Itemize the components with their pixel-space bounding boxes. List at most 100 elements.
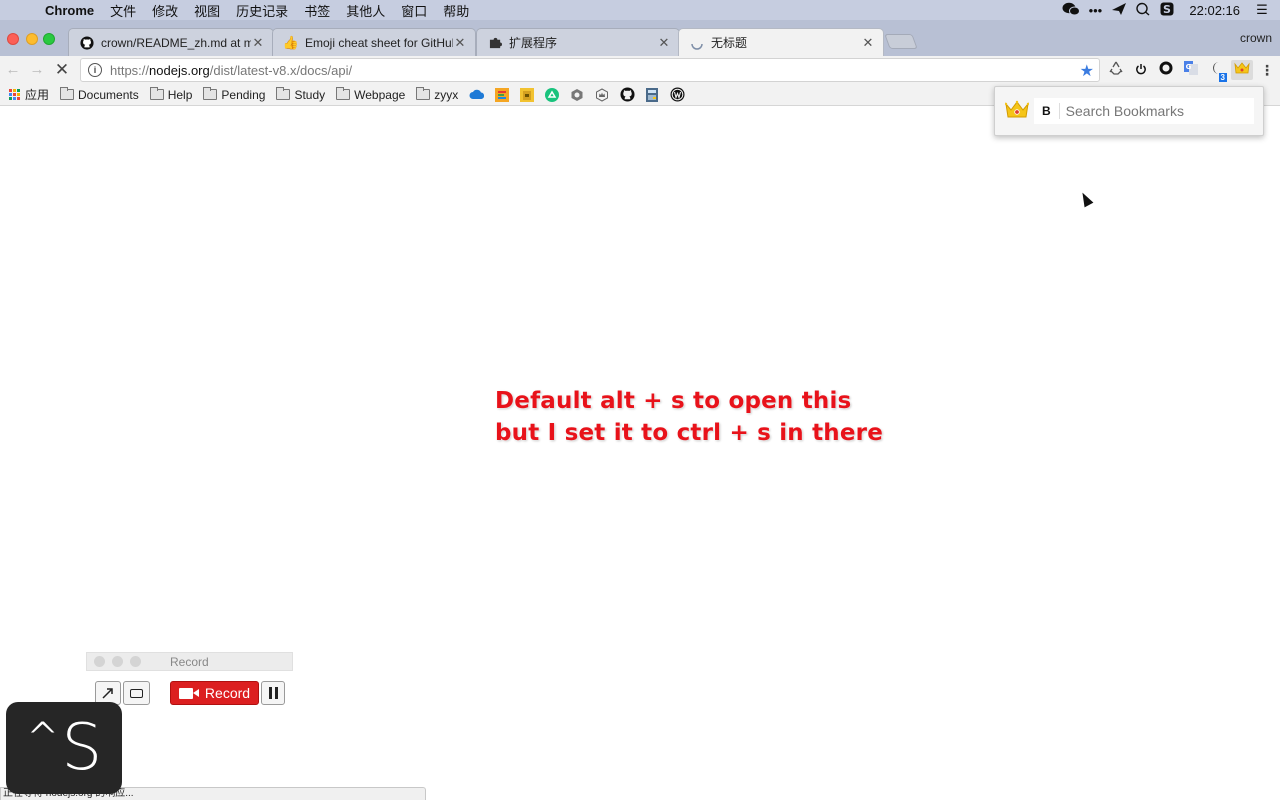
thumbs-up-icon: 👍 (282, 34, 300, 50)
bookmark-folder-pending[interactable]: Pending (203, 87, 266, 102)
wp-icon[interactable] (669, 87, 685, 103)
record-window-zoom-button[interactable] (130, 656, 141, 667)
url-path: /dist/latest-v8.x/docs/api/ (209, 62, 353, 78)
power-icon[interactable] (1130, 60, 1152, 80)
arrow-icon (102, 688, 113, 699)
search-icon[interactable] (1131, 2, 1155, 19)
search-mode-prefix: B (1042, 103, 1060, 119)
rectangle-icon (130, 688, 143, 698)
menu-help[interactable]: 帮助 (443, 1, 469, 20)
tab-close-icon[interactable]: ✕ (251, 35, 265, 51)
ctrl-modifier-glyph: ^ (25, 715, 60, 761)
tab-github-readme[interactable]: crown/README_zh.md at mast ✕ (68, 28, 274, 56)
new-tab-button[interactable] (884, 34, 918, 49)
sogou-icon[interactable]: S (1155, 2, 1179, 19)
e-book-icon[interactable] (494, 87, 510, 103)
rectangle-tool-button[interactable] (123, 681, 150, 705)
site-info-icon[interactable]: i (88, 63, 102, 77)
record-window-minimize-button[interactable] (112, 656, 123, 667)
recycle-icon[interactable] (1105, 60, 1127, 80)
record-window-titlebar[interactable]: Record (86, 652, 293, 671)
forward-button[interactable]: → (26, 60, 48, 80)
wechat-icon[interactable] (1059, 2, 1083, 19)
bookmark-star-icon[interactable]: ★ (1080, 61, 1094, 81)
window-close-button[interactable] (7, 33, 19, 45)
browser-toolbar: ← → ✕ i https://nodejs.org/dist/latest-v… (0, 56, 1280, 84)
address-bar[interactable]: i https://nodejs.org/dist/latest-v8.x/do… (80, 58, 1100, 82)
window-zoom-button[interactable] (43, 33, 55, 45)
moon-icon[interactable]: 3 (1206, 60, 1228, 82)
bookmark-label: Study (294, 87, 326, 102)
ring-icon[interactable] (1155, 60, 1177, 80)
tab-emoji-cheat-sheet[interactable]: 👍 Emoji cheat sheet for GitHub, B ✕ (272, 28, 476, 56)
crown-extension-icon[interactable] (1231, 60, 1253, 80)
pause-button[interactable] (261, 681, 285, 705)
bookmark-label: Help (167, 87, 193, 102)
bookmark-label: 应用 (25, 88, 50, 102)
note-icon[interactable] (519, 87, 535, 103)
folder-icon (276, 87, 291, 100)
menu-view[interactable]: 视图 (194, 1, 220, 20)
bookmark-label: zyyx (434, 87, 459, 102)
bookmark-label: Documents (78, 87, 139, 102)
tab-close-icon[interactable]: ✕ (657, 35, 671, 51)
menu-file[interactable]: 文件 (110, 1, 136, 20)
mouse-cursor-icon (1078, 190, 1094, 208)
url-scheme: https:// (110, 62, 150, 78)
tab-strip: crown/README_zh.md at mast ✕ 👍 Emoji che… (0, 20, 1280, 56)
menu-edit[interactable]: 修改 (152, 1, 178, 20)
tab-untitled[interactable]: 无标题 ✕ (678, 28, 884, 56)
record-button-label: Record (204, 685, 251, 701)
bookmark-search-field[interactable]: B (1034, 98, 1254, 124)
bookmark-folder-documents[interactable]: Documents (60, 87, 139, 102)
annotation-line-2: but I set it to ctrl + s in there (495, 420, 883, 446)
window-minimize-button[interactable] (26, 33, 38, 45)
tab-title: 无标题 (711, 36, 748, 50)
record-window-close-button[interactable] (94, 656, 105, 667)
crown-logo-icon (1004, 100, 1030, 126)
bookmark-label: Webpage (354, 87, 406, 102)
bookmark-apps[interactable]: 应用 (25, 86, 49, 103)
notification-list-icon[interactable]: ☰ (1250, 2, 1274, 18)
loading-spinner-icon (689, 35, 705, 51)
pause-icon (268, 687, 278, 699)
send-icon[interactable] (1107, 2, 1131, 19)
bookmark-folder-webpage[interactable]: Webpage (336, 87, 406, 102)
menubar-clock[interactable]: 22:02:16 (1189, 3, 1240, 18)
more-icon[interactable]: ••• (1083, 3, 1107, 18)
record-button[interactable]: Record (170, 681, 259, 705)
app-window-icon[interactable] (644, 87, 660, 103)
tab-close-icon[interactable]: ✕ (453, 35, 467, 51)
tab-close-icon[interactable]: ✕ (861, 35, 875, 51)
menu-bookmarks[interactable]: 书签 (304, 1, 330, 20)
url-host: nodejs.org (149, 62, 210, 78)
bookmark-search-input[interactable] (1065, 103, 1246, 119)
svg-text:G: G (1186, 63, 1192, 71)
github-icon[interactable] (619, 87, 635, 103)
tab-title: Emoji cheat sheet for GitHub, B (305, 35, 453, 50)
macos-menubar: Chrome 文件 修改 视图 历史记录 书签 其他人 窗口 帮助 ••• S … (0, 0, 1280, 20)
chrome-menu-icon[interactable]: ⋮ (1256, 60, 1278, 80)
bookmark-label: Pending (221, 87, 266, 102)
tab-extensions[interactable]: 扩展程序 ✕ (476, 28, 680, 56)
menu-people[interactable]: 其他人 (346, 1, 385, 20)
gear-hex-icon[interactable] (569, 87, 585, 103)
menu-history[interactable]: 历史记录 (236, 1, 288, 20)
bookmark-folder-zyyx[interactable]: zyyx (416, 87, 459, 102)
google-translate-icon[interactable]: G (1180, 60, 1202, 80)
back-button[interactable]: ← (2, 60, 24, 80)
menubar-tray: ••• S 22:02:16 ☰ (1059, 0, 1280, 20)
bookmark-folder-help[interactable]: Help (149, 87, 193, 102)
stop-loading-button[interactable]: ✕ (51, 60, 73, 80)
keystroke-overlay: ^ S (6, 702, 122, 794)
profile-name[interactable]: crown (1240, 31, 1272, 45)
record-window: Record Record (86, 652, 293, 708)
crown-badge-icon[interactable] (594, 87, 610, 103)
menu-app-name[interactable]: Chrome (45, 3, 94, 18)
annotation-text: Default alt + s to open this but I set i… (495, 385, 883, 449)
green-circle-icon[interactable] (544, 87, 560, 103)
cloud-icon[interactable] (469, 87, 485, 103)
menu-window[interactable]: 窗口 (401, 1, 427, 20)
svg-text:S: S (1163, 3, 1171, 16)
bookmark-folder-study[interactable]: Study (276, 87, 326, 102)
